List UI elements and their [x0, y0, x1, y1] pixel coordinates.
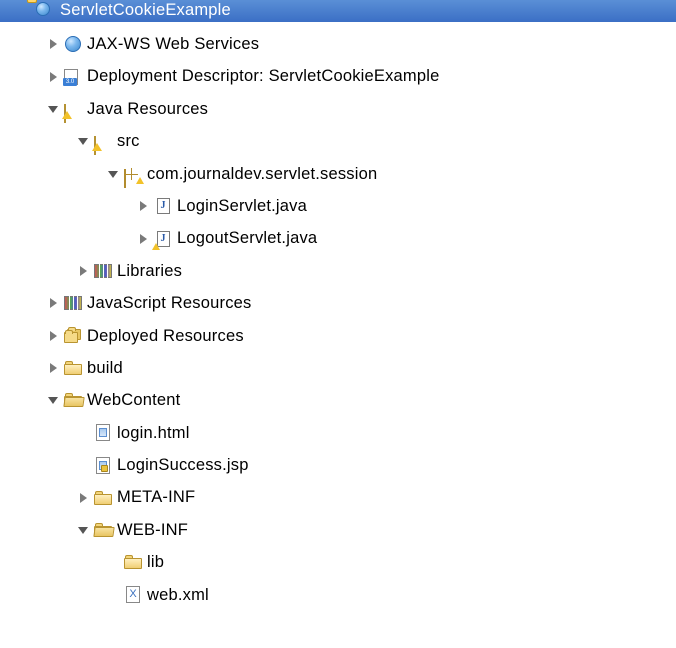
web-project-icon: [36, 2, 54, 20]
expand-arrow-icon[interactable]: [135, 198, 151, 214]
project-title-bar[interactable]: ServletCookieExample: [0, 0, 676, 22]
tree-item-lib[interactable]: lib: [0, 546, 676, 578]
expand-arrow-icon[interactable]: [45, 69, 61, 85]
folder-icon: [93, 489, 113, 507]
tree-label: Java Resources: [87, 96, 208, 122]
source-folder-icon: [93, 132, 113, 150]
tree-label: web.xml: [147, 582, 209, 608]
tree-item-webcontent[interactable]: WebContent: [0, 384, 676, 416]
tree-item-login-servlet[interactable]: J LoginServlet.java: [0, 190, 676, 222]
tree-item-jaxws[interactable]: JAX-WS Web Services: [0, 28, 676, 60]
expand-arrow-icon[interactable]: [75, 490, 91, 506]
tree-item-build[interactable]: build: [0, 352, 676, 384]
tree-label: Deployment Descriptor: ServletCookieExam…: [87, 63, 440, 89]
libraries-icon: [63, 294, 83, 312]
tree-label: JavaScript Resources: [87, 290, 251, 316]
folder-icon: [123, 553, 143, 571]
tree-label: JAX-WS Web Services: [87, 31, 259, 57]
tree-item-java-resources[interactable]: Java Resources: [0, 93, 676, 125]
expand-arrow-icon[interactable]: [75, 263, 91, 279]
tree-item-web-xml[interactable]: X web.xml: [0, 579, 676, 611]
java-file-warning-icon: J: [153, 230, 173, 248]
deployment-descriptor-icon: 3.0: [63, 68, 83, 86]
tree-label: WEB-INF: [117, 517, 188, 543]
tree-label: WebContent: [87, 387, 180, 413]
tree-label: LoginServlet.java: [177, 193, 307, 219]
java-file-icon: J: [153, 197, 173, 215]
tree-label: com.journaldev.servlet.session: [147, 161, 377, 187]
tree-item-deployment-descriptor[interactable]: 3.0 Deployment Descriptor: ServletCookie…: [0, 60, 676, 92]
tree-label: build: [87, 355, 123, 381]
tree-label: LoginSuccess.jsp: [117, 452, 249, 478]
expand-arrow-icon[interactable]: [45, 295, 61, 311]
tree-item-src[interactable]: src: [0, 125, 676, 157]
expand-arrow-icon[interactable]: [45, 36, 61, 52]
deployed-folders-icon: [63, 327, 83, 345]
java-resources-icon: [63, 100, 83, 118]
libraries-icon: [93, 262, 113, 280]
html-file-icon: [93, 424, 113, 442]
tree-label: src: [117, 128, 140, 154]
xml-file-icon: X: [123, 586, 143, 604]
collapse-arrow-icon[interactable]: [45, 101, 61, 117]
collapse-arrow-icon[interactable]: [75, 133, 91, 149]
tree-item-libraries[interactable]: Libraries: [0, 255, 676, 287]
tree-item-logout-servlet[interactable]: J LogoutServlet.java: [0, 222, 676, 254]
collapse-arrow-icon[interactable]: [75, 522, 91, 538]
tree-label: login.html: [117, 420, 190, 446]
tree-item-web-inf[interactable]: WEB-INF: [0, 514, 676, 546]
collapse-arrow-icon[interactable]: [45, 392, 61, 408]
collapse-arrow-icon[interactable]: [105, 166, 121, 182]
tree-item-login-html[interactable]: login.html: [0, 417, 676, 449]
project-name-label: ServletCookieExample: [60, 1, 231, 20]
package-icon: [123, 165, 143, 183]
globe-icon: [63, 35, 83, 53]
tree-item-js-resources[interactable]: JavaScript Resources: [0, 287, 676, 319]
tree-item-meta-inf[interactable]: META-INF: [0, 481, 676, 513]
tree-item-deployed-resources[interactable]: Deployed Resources: [0, 320, 676, 352]
folder-open-icon: [63, 391, 83, 409]
tree-label: META-INF: [117, 484, 195, 510]
tree-label: LogoutServlet.java: [177, 225, 317, 251]
tree-label: lib: [147, 549, 164, 575]
jsp-file-icon: [93, 456, 113, 474]
expand-arrow-icon[interactable]: [135, 231, 151, 247]
tree-label: Deployed Resources: [87, 323, 244, 349]
expand-arrow-icon[interactable]: [45, 328, 61, 344]
folder-open-icon: [93, 521, 113, 539]
tree-label: Libraries: [117, 258, 182, 284]
folder-icon: [63, 359, 83, 377]
tree-item-login-success-jsp[interactable]: LoginSuccess.jsp: [0, 449, 676, 481]
expand-arrow-icon[interactable]: [45, 360, 61, 376]
tree-item-package[interactable]: com.journaldev.servlet.session: [0, 158, 676, 190]
project-explorer-tree: JAX-WS Web Services 3.0 Deployment Descr…: [0, 22, 676, 617]
